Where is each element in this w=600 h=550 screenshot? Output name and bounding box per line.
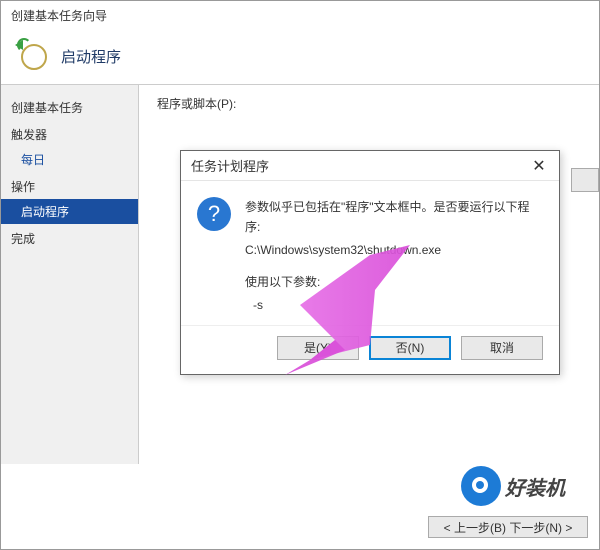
dialog-line3: 使用以下参数:	[245, 272, 543, 292]
sidebar-item-daily[interactable]: 每日	[1, 147, 138, 172]
task-wizard-icon	[15, 38, 51, 74]
dialog-body: ? 参数似乎已包括在"程序"文本框中。是否要运行以下程序: C:\Windows…	[181, 181, 559, 325]
watermark-logo-icon	[461, 466, 501, 506]
browse-button[interactable]	[571, 168, 599, 192]
dialog-title: 任务计划程序	[191, 156, 269, 175]
wizard-sidebar: 创建基本任务 触发器 每日 操作 启动程序 完成	[1, 85, 139, 464]
dialog-titlebar: 任务计划程序 ✕	[181, 151, 559, 181]
sidebar-group-action: 操作	[1, 172, 138, 199]
close-icon[interactable]: ✕	[525, 155, 553, 177]
sidebar-group-create: 创建基本任务	[1, 93, 138, 120]
program-label: 程序或脚本(P):	[157, 95, 581, 112]
cancel-button[interactable]: 取消	[461, 336, 543, 360]
wizard-footer: < 上一步(B) 下一步(N) >	[428, 516, 588, 538]
watermark: 好装机	[461, 466, 565, 506]
page-title: 启动程序	[61, 46, 121, 67]
sidebar-group-finish: 完成	[1, 224, 138, 251]
dialog-line1: 参数似乎已包括在"程序"文本框中。是否要运行以下程序:	[245, 197, 543, 238]
watermark-text: 好装机	[505, 472, 565, 501]
wizard-header: 启动程序	[1, 28, 599, 84]
dialog-line2: C:\Windows\system32\shutdown.exe	[245, 240, 543, 260]
prev-next-button[interactable]: < 上一步(B) 下一步(N) >	[428, 516, 588, 538]
yes-button[interactable]: 是(Y)	[277, 336, 359, 360]
confirm-dialog: 任务计划程序 ✕ ? 参数似乎已包括在"程序"文本框中。是否要运行以下程序: C…	[180, 150, 560, 375]
dialog-message: 参数似乎已包括在"程序"文本框中。是否要运行以下程序: C:\Windows\s…	[245, 197, 543, 317]
dialog-line4: -s	[245, 295, 543, 315]
no-button[interactable]: 否(N)	[369, 336, 451, 360]
dialog-buttons: 是(Y) 否(N) 取消	[181, 325, 559, 374]
sidebar-group-trigger: 触发器	[1, 120, 138, 147]
question-icon: ?	[197, 197, 231, 231]
window-title: 创建基本任务向导	[1, 1, 599, 28]
sidebar-item-start-program[interactable]: 启动程序	[1, 199, 138, 224]
